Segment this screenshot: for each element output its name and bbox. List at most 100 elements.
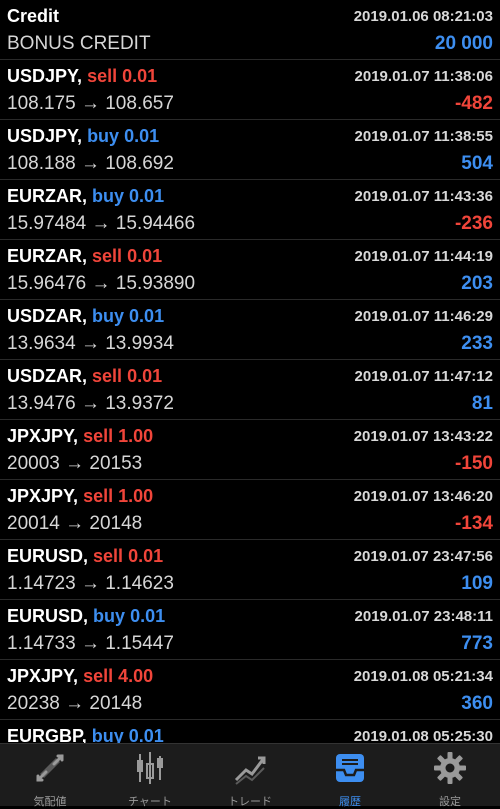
trade-profit: 203 <box>461 273 493 294</box>
trade-row[interactable]: EURUSD, sell 0.01 2019.01.07 23:47:56 1.14… <box>0 540 500 600</box>
trade-symbol: JPXJPY, <box>7 666 79 686</box>
trade-time: 2019.01.07 11:38:06 <box>354 68 493 85</box>
credit-time: 2019.01.06 08:21:03 <box>353 8 493 25</box>
trade-title: EURGBP, buy 0.01 <box>7 726 164 743</box>
trade-title: USDZAR, sell 0.01 <box>7 366 162 387</box>
trade-symbol: USDZAR, <box>7 366 87 386</box>
trade-profit: -150 <box>454 453 493 474</box>
trade-title: EURUSD, buy 0.01 <box>7 606 165 627</box>
trade-profit: -482 <box>454 93 493 114</box>
tab-trade[interactable]: トレード <box>200 744 300 808</box>
trade-time: 2019.01.07 11:44:19 <box>354 248 493 265</box>
chart-icon <box>132 750 168 791</box>
trade-lots: 0.01 <box>130 606 166 626</box>
trade-symbol: EURZAR, <box>7 246 87 266</box>
trade-row[interactable]: EURZAR, sell 0.01 2019.01.07 11:44:19 15.9… <box>0 240 500 300</box>
trade-profit: 773 <box>461 633 493 654</box>
tab-history[interactable]: 履歴 <box>300 744 400 808</box>
trade-prices: 108.188 → 108.692 <box>7 153 174 174</box>
trade-time: 2019.01.07 23:47:56 <box>353 548 493 565</box>
trade-lots: 4.00 <box>118 666 154 686</box>
history-icon <box>332 750 368 791</box>
trade-side: buy <box>92 306 125 326</box>
trade-row[interactable]: JPXJPY, sell 4.00 2019.01.08 05:21:34 2023… <box>0 660 500 720</box>
credit-title: Credit <box>7 6 60 26</box>
tab-chart[interactable]: チャート <box>100 744 200 808</box>
trade-row[interactable]: USDJPY, buy 0.01 2019.01.07 11:38:55 108.1… <box>0 120 500 180</box>
credit-row[interactable]: Credit 2019.01.06 08:21:03 BONUS CREDIT … <box>0 0 500 60</box>
trade-profit: 109 <box>461 573 493 594</box>
trade-symbol: USDJPY, <box>7 126 83 146</box>
trade-time: 2019.01.07 23:48:11 <box>354 608 493 625</box>
trade-title: JPXJPY, sell 1.00 <box>7 486 153 507</box>
trade-prices: 108.175 → 108.657 <box>7 93 174 114</box>
trade-side: sell <box>87 66 118 86</box>
trade-symbol: JPXJPY, <box>7 486 79 506</box>
trade-prices: 1.14723 → 1.14623 <box>7 573 174 594</box>
quotes-icon <box>32 750 68 791</box>
history-list[interactable]: Credit 2019.01.06 08:21:03 BONUS CREDIT … <box>0 0 500 743</box>
trade-lots: 0.01 <box>124 126 160 146</box>
trade-lots: 0.01 <box>127 246 163 266</box>
settings-icon <box>432 750 468 791</box>
trade-profit: 233 <box>461 333 493 354</box>
tab-label: トレード <box>228 795 272 808</box>
trade-time: 2019.01.07 11:43:36 <box>354 188 493 205</box>
trade-profit: -236 <box>454 213 493 234</box>
trade-lots: 0.01 <box>128 546 164 566</box>
trade-lots: 1.00 <box>118 426 154 446</box>
trade-symbol: EURGBP, <box>7 726 87 743</box>
trade-symbol: EURUSD, <box>7 606 89 626</box>
credit-amount: 20 000 <box>434 33 493 54</box>
trade-lots: 0.01 <box>129 306 165 326</box>
trade-prices: 20238 → 20148 <box>7 693 143 714</box>
trade-time: 2019.01.08 05:21:34 <box>353 668 493 685</box>
tab-label: 気配値 <box>33 795 67 808</box>
trade-side: sell <box>92 366 123 386</box>
trade-lots: 0.01 <box>127 366 163 386</box>
credit-label: BONUS CREDIT <box>7 33 151 54</box>
trade-symbol: JPXJPY, <box>7 426 79 446</box>
trade-row[interactable]: USDZAR, buy 0.01 2019.01.07 11:46:29 13.96… <box>0 300 500 360</box>
trade-lots: 0.01 <box>122 66 158 86</box>
trade-title: USDJPY, buy 0.01 <box>7 126 159 147</box>
trade-profit: 360 <box>461 693 493 714</box>
trade-row[interactable]: EURUSD, buy 0.01 2019.01.07 23:48:11 1.147… <box>0 600 500 660</box>
trade-profit: -134 <box>454 513 493 534</box>
trade-row[interactable]: JPXJPY, sell 1.00 2019.01.07 13:43:22 2000… <box>0 420 500 480</box>
trade-time: 2019.01.07 13:46:20 <box>353 488 493 505</box>
trade-prices: 15.97484 → 15.94466 <box>7 213 196 234</box>
tab-settings[interactable]: 設定 <box>400 744 500 808</box>
trade-prices: 13.9476 → 13.9372 <box>7 393 174 414</box>
trade-lots: 0.01 <box>129 186 165 206</box>
trade-side: sell <box>83 486 114 506</box>
trade-side: sell <box>92 246 123 266</box>
trade-time: 2019.01.07 11:47:12 <box>354 368 493 385</box>
trade-row[interactable]: JPXJPY, sell 1.00 2019.01.07 13:46:20 2001… <box>0 480 500 540</box>
trade-row[interactable]: USDJPY, sell 0.01 2019.01.07 11:38:06 108.… <box>0 60 500 120</box>
tab-label: 履歴 <box>339 795 361 808</box>
trade-lots: 0.01 <box>128 726 164 743</box>
trade-symbol: EURZAR, <box>7 186 87 206</box>
trade-prices: 1.14733 → 1.15447 <box>7 633 174 654</box>
trade-side: buy <box>87 126 120 146</box>
trade-prices: 20014 → 20148 <box>7 513 143 534</box>
trade-time: 2019.01.08 05:25:30 <box>353 728 493 743</box>
trade-side: sell <box>93 546 124 566</box>
trade-title: EURZAR, sell 0.01 <box>7 246 162 267</box>
tab-label: チャート <box>128 795 172 808</box>
trade-symbol: USDZAR, <box>7 306 87 326</box>
trade-icon <box>232 750 268 791</box>
trade-title: JPXJPY, sell 1.00 <box>7 426 153 447</box>
tab-quotes[interactable]: 気配値 <box>0 744 100 808</box>
trade-title: JPXJPY, sell 4.00 <box>7 666 153 687</box>
trade-row[interactable]: EURZAR, buy 0.01 2019.01.07 11:43:36 15.97… <box>0 180 500 240</box>
trade-prices: 15.96476 → 15.93890 <box>7 273 196 294</box>
trade-row[interactable]: USDZAR, sell 0.01 2019.01.07 11:47:12 13.9… <box>0 360 500 420</box>
trade-side: sell <box>83 426 114 446</box>
trade-time: 2019.01.07 13:43:22 <box>353 428 493 445</box>
trade-side: sell <box>83 666 114 686</box>
trade-row[interactable]: EURGBP, buy 0.01 2019.01.08 05:25:30 <box>0 720 500 743</box>
trade-title: EURZAR, buy 0.01 <box>7 186 164 207</box>
tab-label: 設定 <box>439 795 461 808</box>
